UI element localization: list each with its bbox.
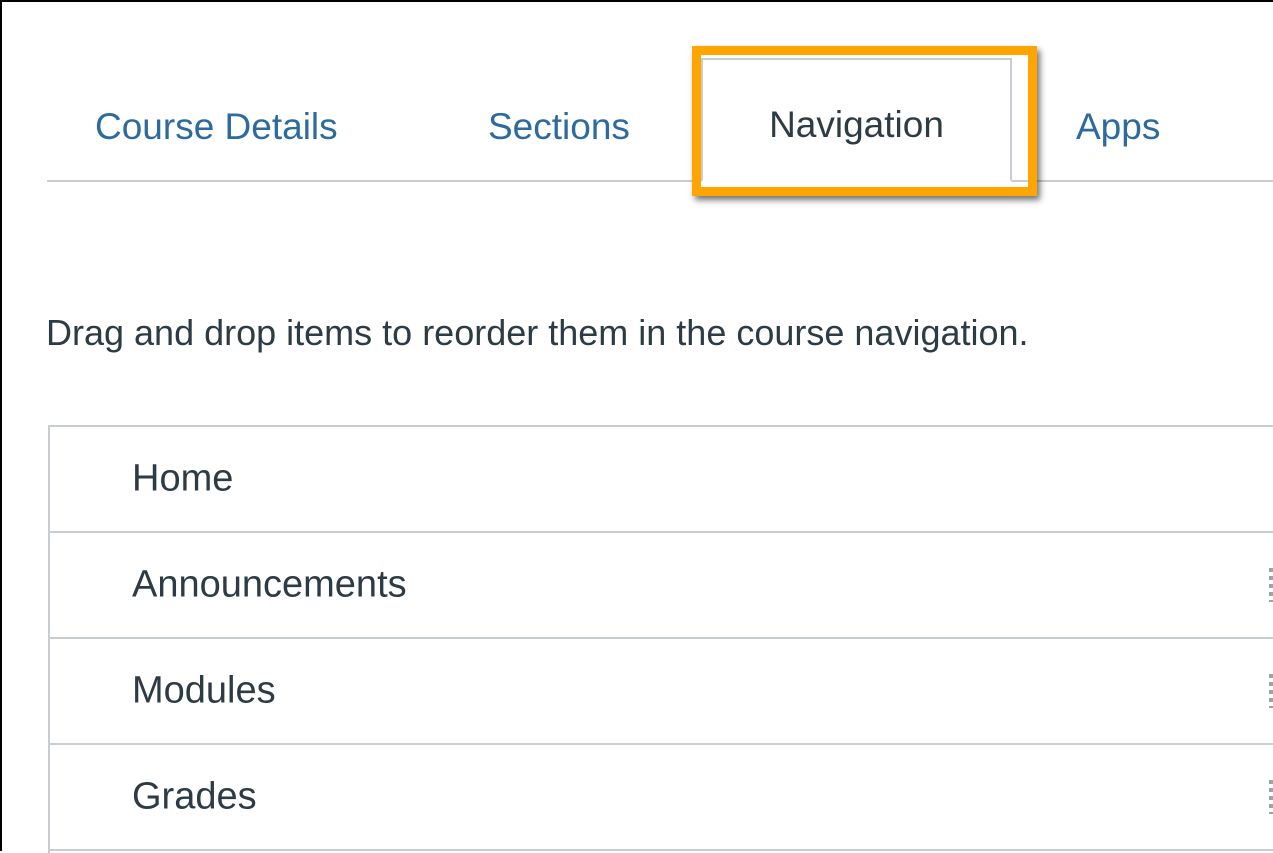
- settings-tab-bar: Course Details Sections Navigation Apps: [47, 2, 1273, 182]
- tab-navigation-label: Navigation: [769, 104, 944, 145]
- tab-course-details[interactable]: Course Details: [95, 106, 338, 148]
- list-item[interactable]: Home: [50, 427, 1273, 533]
- nav-item-label: Modules: [132, 669, 276, 712]
- instructions-text: Drag and drop items to reorder them in t…: [46, 312, 1029, 353]
- tab-apps[interactable]: Apps: [1076, 106, 1160, 148]
- tab-navigation[interactable]: Navigation: [701, 58, 1012, 182]
- drag-handle-icon[interactable]: [1269, 674, 1273, 708]
- settings-frame: Course Details Sections Navigation Apps …: [0, 0, 1273, 853]
- navigation-list: Home Announcements Modules Grades: [48, 425, 1273, 853]
- list-item[interactable]: Modules: [50, 639, 1273, 745]
- tab-sections[interactable]: Sections: [488, 106, 630, 148]
- drag-handle-icon[interactable]: [1269, 780, 1273, 814]
- nav-item-label: Grades: [132, 775, 257, 818]
- drag-handle-icon[interactable]: [1269, 568, 1273, 602]
- list-item[interactable]: Grades: [50, 745, 1273, 851]
- list-item[interactable]: Announcements: [50, 533, 1273, 639]
- nav-item-label: Home: [132, 457, 234, 500]
- nav-item-label: Announcements: [132, 563, 407, 606]
